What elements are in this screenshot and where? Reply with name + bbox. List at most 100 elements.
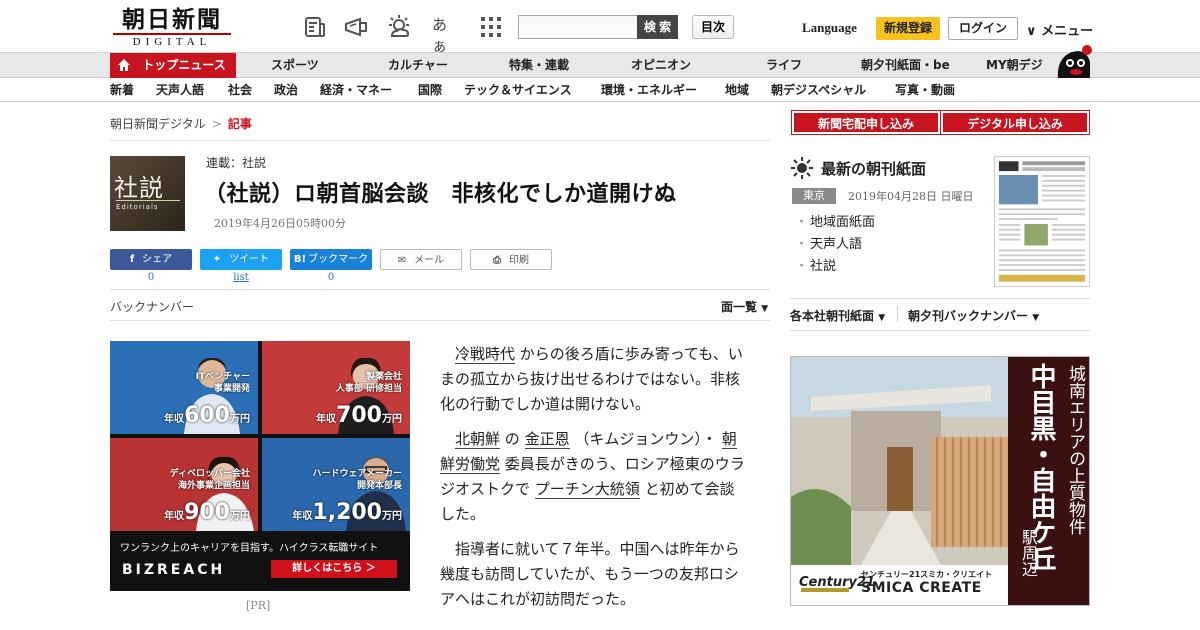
subnav-region[interactable]: 地域	[725, 78, 749, 101]
nav-label: トップニュース	[142, 58, 226, 72]
chevron-down-icon: ∨	[1026, 24, 1037, 39]
c21-jp: センチュリー21スミカ・クリエイト	[861, 570, 993, 579]
search-button[interactable]: 検 索	[637, 15, 678, 39]
breadcrumb-sep: >	[211, 117, 222, 131]
ad-brand: BIZREACH	[122, 562, 226, 578]
editorial-thumbnail[interactable]: 社説 Editorials	[110, 156, 185, 231]
subnav-economy[interactable]: 経済・マネー	[320, 78, 392, 101]
ad-cell: 製薬会社 人事部 研修担当 年収700万円	[262, 341, 410, 434]
share-label: ツイート	[229, 254, 270, 265]
twitter-share-button[interactable]: ✦ ツイート	[200, 249, 282, 270]
mail-share-button[interactable]: ✉ メール	[380, 249, 462, 270]
subnav-tech-science[interactable]: テック＆サイエンス	[464, 78, 572, 101]
twitter-count-link[interactable]: list	[200, 272, 282, 283]
toc-button[interactable]: 目次	[692, 15, 734, 39]
mascot-icon[interactable]	[1054, 44, 1092, 80]
keyword-link[interactable]: 冷戦時代	[455, 345, 516, 364]
sun-icon	[791, 157, 813, 179]
subnav-photo-video[interactable]: 写真・動画	[895, 78, 955, 101]
nav-life[interactable]: ライフ	[766, 53, 802, 78]
bizreach-ad[interactable]: ITベンチャー 事業開発 年収600万円 製薬会社 人事部 研修担当 年収700万円…	[110, 341, 410, 591]
nav-paper-be[interactable]: 朝夕刊紙面・be	[861, 53, 950, 78]
article-body: 冷戦時代 からの後ろ盾に歩み寄っても、いまの孤立から抜け出せるわけではない。非核…	[440, 342, 746, 622]
ad-role: ディベロッパー会社 海外事業企画担当	[169, 469, 250, 491]
divider	[790, 298, 1090, 299]
subnav-new[interactable]: 新着	[110, 78, 134, 101]
hatena-icon: B!	[293, 254, 307, 265]
newspaper-thumbnail[interactable]	[994, 156, 1090, 287]
share-label: シェア	[142, 254, 173, 265]
morning-edition-title[interactable]: 最新の朝刊紙面	[821, 158, 926, 179]
century21-logo: Century21 センチュリー21スミカ・クリエイト SMICA CREATE	[791, 565, 1008, 605]
subnav-environment[interactable]: 環境・エネルギー	[601, 78, 697, 101]
ad-cell: ハードウェアメーカー 開発本部長 年収1,200万円	[262, 438, 410, 531]
share-label: ブックマーク	[308, 254, 369, 265]
paper-link[interactable]: 天声人語	[795, 234, 875, 256]
breadcrumb-home[interactable]: 朝日新聞デジタル	[110, 117, 206, 131]
real-estate-ad[interactable]: 城南エリアの上質物件 中目黒・自由ケ丘 駅周辺 Century21 センチュリー…	[790, 356, 1090, 606]
site-logo[interactable]: 朝日新聞 DIGITAL	[113, 8, 231, 48]
ad-role: 製薬会社 人事部 研修担当	[335, 372, 402, 394]
paper-backnumber-dropdown[interactable]: 朝夕刊バックナンバー ▼	[908, 307, 1039, 324]
newspaper-icon[interactable]	[302, 14, 328, 40]
hatena-count: 0	[327, 272, 335, 283]
paragraph: 北朝鮮 の 金正恩 （キムジョンウン）・ 朝鮮労働党 委員長がきのう、ロシア極東…	[440, 430, 745, 523]
grid-apps-icon[interactable]	[478, 14, 504, 40]
region-badge[interactable]: 東京	[792, 188, 836, 204]
subnav-tensei[interactable]: 天声人語	[156, 78, 204, 101]
nav-my-asadigi[interactable]: MY朝デジ	[986, 53, 1043, 78]
subnav-international[interactable]: 国際	[418, 78, 442, 101]
caret-down-icon: ▼	[878, 313, 886, 323]
search-input[interactable]	[518, 15, 638, 39]
subnav-special[interactable]: 朝デジスペシャル	[771, 78, 866, 101]
megaphone-icon[interactable]	[343, 14, 369, 40]
regional-paper-dropdown[interactable]: 各本社朝刊紙面 ▼	[790, 307, 885, 324]
paper-link[interactable]: 地域面紙面	[795, 212, 875, 234]
page-list-dropdown[interactable]: 面一覧 ▼	[721, 298, 768, 315]
facebook-icon: f	[129, 254, 135, 265]
keyword-link[interactable]: 金正恩	[524, 430, 570, 449]
weather-icon[interactable]	[386, 14, 412, 40]
house-photo	[791, 357, 1008, 565]
menu-label: メニュー	[1041, 24, 1094, 39]
divider	[110, 289, 770, 290]
nav-sports[interactable]: スポーツ	[271, 53, 319, 78]
site-header: 朝日新聞 DIGITAL あぁ 検 索 目次 Language 新規登録 ログイ…	[0, 0, 1200, 55]
nav-features[interactable]: 特集・連載	[509, 53, 569, 78]
article-headline: （社説）ロ朝首脳会談 非核化でしか道開けぬ	[204, 182, 677, 207]
keyword-link[interactable]: プーチン大統領	[534, 480, 640, 499]
home-delivery-apply-button[interactable]: 新聞宅配申し込み	[791, 110, 941, 135]
backnumber-link[interactable]: バックナンバー	[110, 298, 194, 315]
language-link[interactable]: Language	[802, 20, 857, 36]
main-nav: トップニュース スポーツ カルチャー 特集・連載 オピニオン ライフ 朝夕刊紙面…	[0, 52, 1200, 78]
mail-icon: ✉	[397, 255, 407, 266]
digital-apply-button[interactable]: デジタル申し込み	[940, 110, 1090, 135]
subnav-politics[interactable]: 政治	[274, 78, 298, 101]
ad-cta-button[interactable]: 詳しくはこちら ＞	[271, 560, 397, 578]
print-button[interactable]: ⎙ 印刷	[470, 249, 552, 270]
menu-button[interactable]: ∨ メニュー	[1026, 20, 1093, 39]
ad-salary: 年収600万円	[164, 403, 250, 428]
register-button[interactable]: 新規登録	[876, 17, 940, 40]
login-button[interactable]: ログイン	[948, 17, 1018, 40]
series-link[interactable]: 連載：社説	[206, 154, 266, 171]
facebook-share-button[interactable]: f シェア	[110, 249, 192, 270]
thumb-kanji: 社説	[114, 174, 164, 202]
font-size-icon[interactable]: あぁ	[432, 14, 458, 55]
paper-link[interactable]: 社説	[795, 256, 875, 278]
subnav-society[interactable]: 社会	[228, 78, 252, 101]
share-label: メール	[414, 255, 445, 266]
keyword-link[interactable]: 北朝鮮	[455, 430, 501, 449]
pr-label: [PR]	[246, 599, 271, 612]
nav-culture[interactable]: カルチャー	[388, 53, 448, 78]
ad-vertical-panel: 城南エリアの上質物件 中目黒・自由ケ丘 駅周辺	[1008, 357, 1089, 605]
page-list-label: 面一覧	[721, 300, 758, 314]
ad-salary: 年収1,200万円	[292, 500, 402, 525]
printer-icon: ⎙	[493, 255, 501, 266]
nav-top-news[interactable]: トップニュース	[110, 53, 236, 78]
hatena-bookmark-button[interactable]: B! ブックマーク	[290, 249, 372, 270]
ad-v3: 駅周辺	[1019, 529, 1038, 577]
nav-opinion[interactable]: オピニオン	[631, 53, 691, 78]
logo-kanji: 朝日新聞	[122, 6, 222, 33]
paper-backnumber-label: 朝夕刊バックナンバー	[908, 309, 1029, 323]
